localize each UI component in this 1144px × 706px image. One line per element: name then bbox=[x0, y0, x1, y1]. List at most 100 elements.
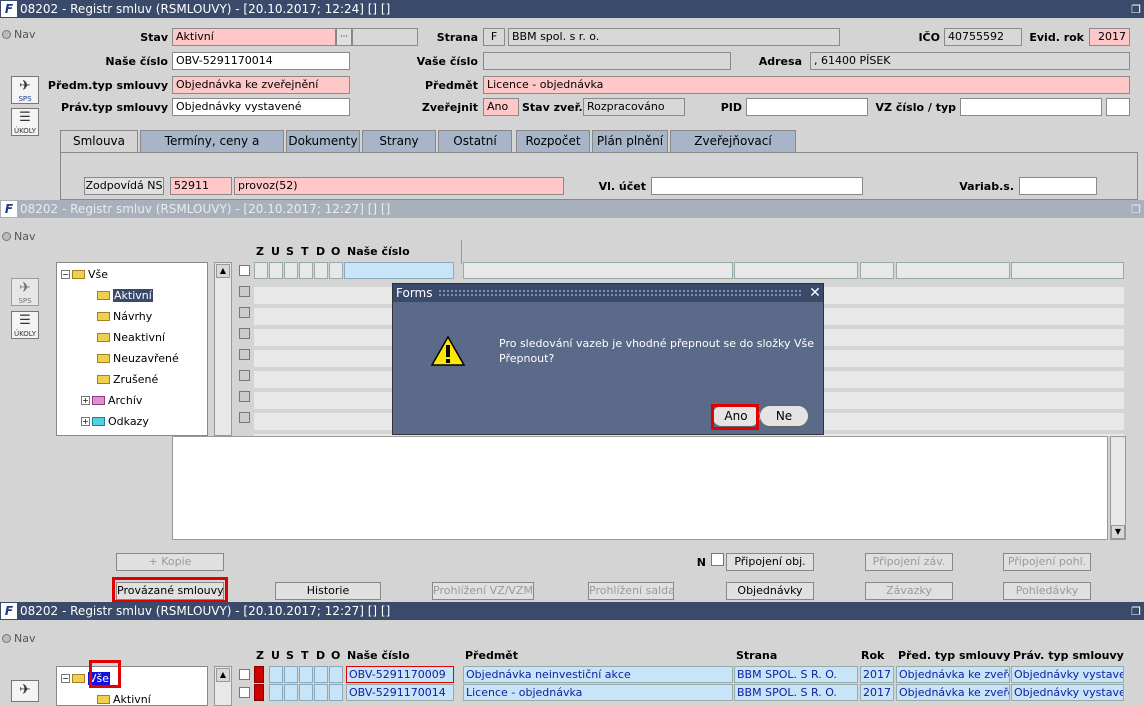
tab-dokumenty[interactable]: Dokumenty bbox=[286, 130, 360, 152]
row-checkbox[interactable] bbox=[239, 349, 250, 360]
pripojeni-obj-button[interactable]: Připojení obj. bbox=[726, 553, 814, 571]
row-checkbox[interactable] bbox=[239, 669, 250, 680]
zverejnit-field[interactable]: Ano bbox=[483, 98, 519, 116]
vase-cislo-field[interactable] bbox=[483, 52, 731, 70]
ukoly-icon[interactable]: ☰ ÚKOLY bbox=[11, 311, 39, 339]
no-button[interactable]: Ne bbox=[759, 405, 809, 427]
pred-typ-cell[interactable] bbox=[896, 262, 1010, 279]
collapse-icon[interactable]: − bbox=[61, 674, 70, 683]
rok-cell[interactable]: 2017 bbox=[860, 666, 894, 683]
nav-button[interactable]: Nav bbox=[2, 28, 35, 41]
tree-item-aktivni[interactable]: Aktivní bbox=[97, 289, 153, 302]
pripojeni-zav-button[interactable]: Připojení záv. bbox=[865, 553, 953, 571]
expand-icon[interactable]: + bbox=[81, 417, 90, 426]
ico-field[interactable]: 40755592 bbox=[944, 28, 1022, 46]
vl-ucet-field[interactable] bbox=[651, 177, 863, 195]
list-scrollbar[interactable]: ▲ bbox=[214, 666, 232, 706]
sps-icon[interactable]: ✈ SPS bbox=[11, 76, 39, 104]
zodpovida-ns-button[interactable]: Zodpovídá NS bbox=[84, 177, 164, 195]
row-checkbox[interactable] bbox=[239, 370, 250, 381]
tree-item-archiv[interactable]: + Archív bbox=[81, 394, 142, 407]
ukoly-icon[interactable]: ☰ ÚKOLY bbox=[11, 108, 39, 136]
zavazky-button[interactable]: Závazky bbox=[865, 582, 953, 600]
tree-item-navrhy[interactable]: Návrhy bbox=[97, 310, 152, 323]
scroll-down-icon[interactable]: ▼ bbox=[1111, 525, 1125, 539]
zodpovida-name-field[interactable]: provoz(52) bbox=[234, 177, 564, 195]
variab-field[interactable] bbox=[1019, 177, 1097, 195]
zodpovida-code-field[interactable]: 52911 bbox=[170, 177, 232, 195]
strana-code-field[interactable]: F bbox=[483, 28, 505, 46]
expand-icon[interactable]: + bbox=[81, 396, 90, 405]
evid-rok-field[interactable]: 2017 bbox=[1089, 28, 1130, 46]
nav-button[interactable]: Nav bbox=[2, 632, 35, 645]
pid-field[interactable] bbox=[746, 98, 868, 116]
tab-plan-plneni[interactable]: Plán plnění bbox=[592, 130, 668, 152]
strana-cell[interactable]: BBM SPOL. S R. O. bbox=[734, 666, 858, 683]
sps-icon[interactable]: ✈ SPS bbox=[11, 278, 39, 306]
prohlizeni-vz-button[interactable]: Prohlížení VZ/VZM bbox=[432, 582, 534, 600]
nase-cislo-field[interactable]: OBV-5291170014 bbox=[172, 52, 350, 70]
tab-smlouva[interactable]: Smlouva bbox=[60, 130, 138, 154]
collapse-icon[interactable]: − bbox=[61, 270, 70, 279]
objednavky-button[interactable]: Objednávky bbox=[726, 582, 814, 600]
predmet-cell[interactable]: Objednávka neinvestiční akce bbox=[463, 666, 733, 683]
nav-button[interactable]: Nav bbox=[2, 230, 35, 243]
tree-item-zrusene[interactable]: Zrušené bbox=[97, 373, 158, 386]
detail-scrollbar[interactable]: ▼ bbox=[1110, 436, 1126, 540]
tree-item-vse[interactable]: − Vše bbox=[61, 268, 108, 281]
vz-cislo-field[interactable] bbox=[960, 98, 1102, 116]
stav-zver-field[interactable]: Rozpracováno bbox=[583, 98, 685, 116]
tab-terminy[interactable]: Termíny, ceny a činnosti bbox=[140, 130, 284, 168]
close-icon[interactable]: ✕ bbox=[807, 285, 823, 301]
prav-typ-cell[interactable]: Objednávky vystavené bbox=[1011, 666, 1124, 683]
prav-typ-cell[interactable] bbox=[1011, 262, 1124, 279]
historie-button[interactable]: Historie bbox=[275, 582, 381, 600]
row-checkbox[interactable] bbox=[239, 286, 250, 297]
row-checkbox[interactable] bbox=[239, 328, 250, 339]
row-checkbox[interactable] bbox=[239, 307, 250, 318]
tree-item-neaktivni[interactable]: Neaktivní bbox=[97, 331, 165, 344]
strana-cell[interactable] bbox=[734, 262, 858, 279]
row-checkbox[interactable] bbox=[239, 391, 250, 402]
n-checkbox[interactable] bbox=[711, 553, 724, 566]
predmet-cell[interactable]: Licence - objednávka bbox=[463, 684, 733, 701]
row-checkbox[interactable] bbox=[239, 412, 250, 423]
stav-lookup-button[interactable]: ··· bbox=[336, 28, 352, 46]
strana-name-field[interactable]: BBM spol. s r. o. bbox=[508, 28, 840, 46]
pohledavky-button[interactable]: Pohledávky bbox=[1003, 582, 1091, 600]
kopie-button[interactable]: + Kopie bbox=[116, 553, 224, 571]
nase-cislo-cell[interactable]: OBV-5291170009 bbox=[346, 666, 454, 683]
pred-typ-cell[interactable]: Objednávka ke zveřejn bbox=[896, 684, 1010, 701]
row-checkbox[interactable] bbox=[239, 687, 250, 698]
restore-icon[interactable]: ❐ bbox=[1128, 203, 1144, 216]
tree-item-odkazy[interactable]: + Odkazy bbox=[81, 415, 149, 428]
scroll-up-icon[interactable]: ▲ bbox=[216, 264, 230, 278]
restore-icon[interactable]: ❐ bbox=[1128, 3, 1144, 16]
pred-typ-cell[interactable]: Objednávka ke zveřejn bbox=[896, 666, 1010, 683]
predmet-field[interactable]: Licence - objednávka bbox=[483, 76, 1130, 94]
tab-strany[interactable]: Strany bbox=[362, 130, 436, 152]
stav-field[interactable]: Aktivní bbox=[172, 28, 336, 46]
restore-icon[interactable]: ❐ bbox=[1128, 605, 1144, 618]
tab-zverejnovaci-dolozka[interactable]: Zveřejňovací doložka bbox=[670, 130, 796, 168]
row-checkbox[interactable] bbox=[239, 265, 250, 276]
nase-cislo-cell[interactable] bbox=[344, 262, 454, 279]
rok-cell[interactable] bbox=[860, 262, 894, 279]
adresa-field[interactable]: , 61400 PÍSEK bbox=[810, 52, 1130, 70]
strana-cell[interactable]: BBM SPOL. S R. O. bbox=[734, 684, 858, 701]
predm-typ-field[interactable]: Objednávka ke zveřejnění bbox=[172, 76, 350, 94]
sps-icon[interactable]: ✈ bbox=[11, 680, 39, 702]
prav-typ-cell[interactable]: Objednávky vystavené bbox=[1011, 684, 1124, 701]
pripojeni-pohl-button[interactable]: Připojení pohl. bbox=[1003, 553, 1091, 571]
vz-typ-field[interactable] bbox=[1106, 98, 1130, 116]
prohlizeni-salda-button[interactable]: Prohlížení salda bbox=[588, 582, 675, 600]
nase-cislo-cell[interactable]: OBV-5291170014 bbox=[346, 684, 454, 701]
predmet-cell[interactable] bbox=[463, 262, 733, 279]
scroll-up-icon[interactable]: ▲ bbox=[216, 668, 230, 682]
tree-item-aktivni[interactable]: Aktivní bbox=[97, 693, 151, 706]
tree-item-neuzavrene[interactable]: Neuzavřené bbox=[97, 352, 179, 365]
prav-typ-field[interactable]: Objednávky vystavené bbox=[172, 98, 350, 116]
rok-cell[interactable]: 2017 bbox=[860, 684, 894, 701]
tab-ostatni[interactable]: Ostatní bbox=[438, 130, 512, 152]
tab-rozpocet[interactable]: Rozpočet bbox=[516, 130, 590, 152]
